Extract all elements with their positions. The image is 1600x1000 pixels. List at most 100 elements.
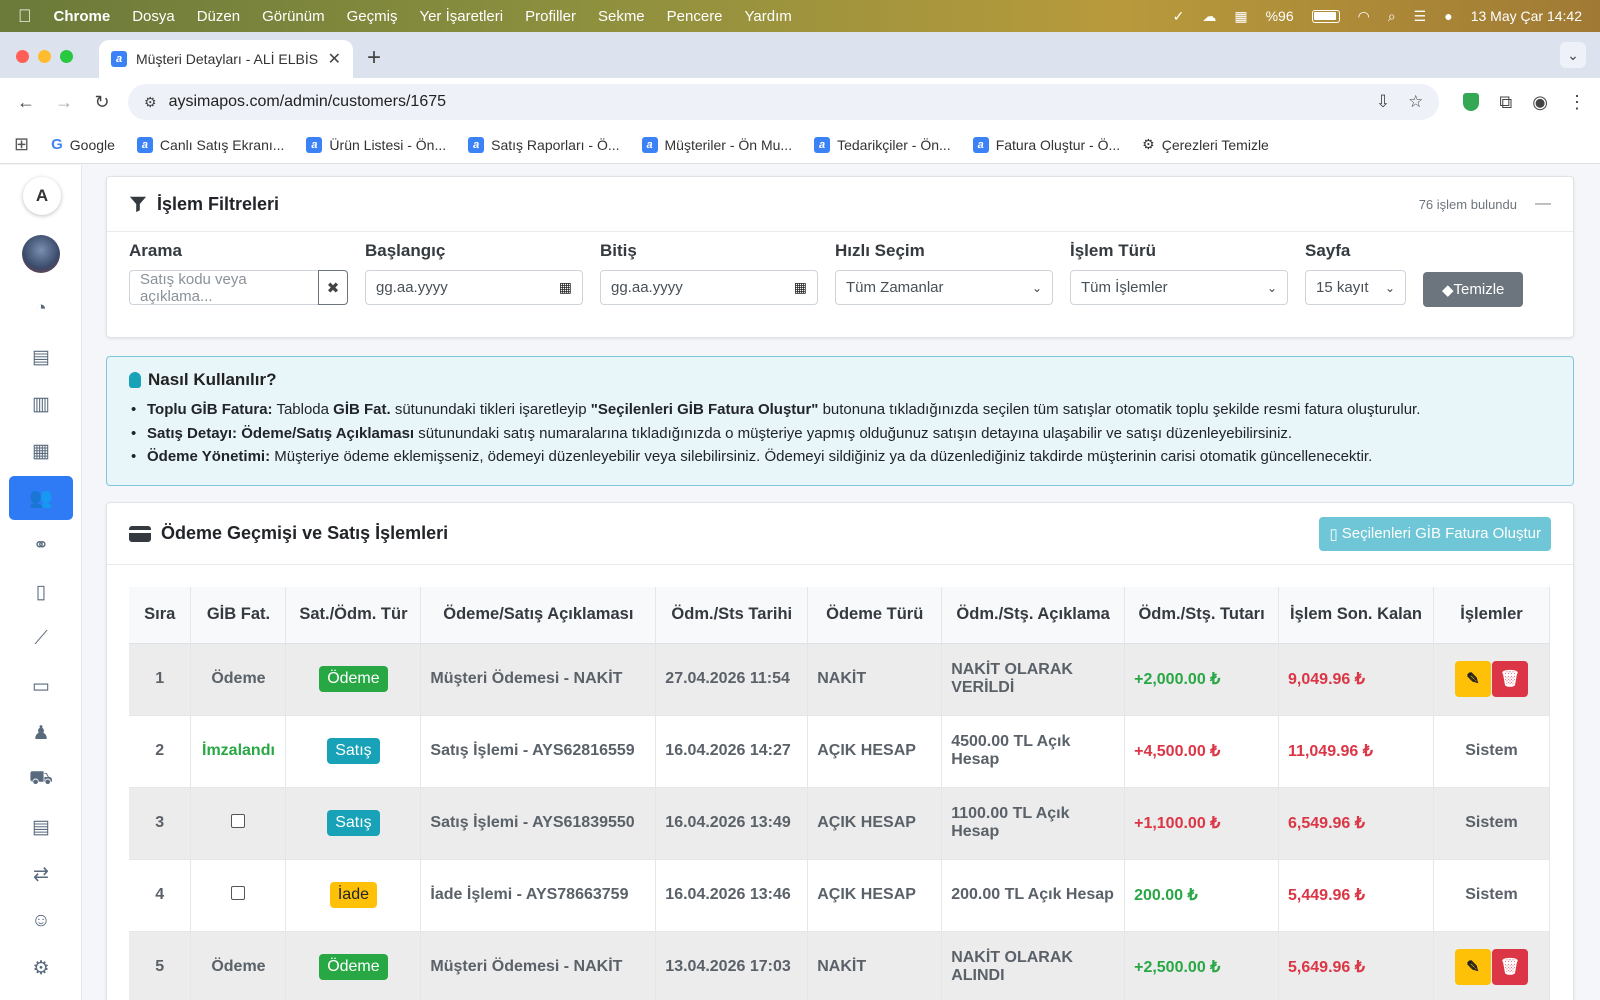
cell-description[interactable]: Satış İşlemi - AYS61839550: [420, 787, 657, 860]
settings-icon[interactable]: ⚙: [9, 946, 73, 990]
menu-item-profiller[interactable]: Profiller: [525, 8, 576, 25]
cloud-icon[interactable]: ☁: [1202, 8, 1216, 25]
edit-button[interactable]: ✎: [1454, 949, 1491, 985]
menu-item-gecmis[interactable]: Geçmiş: [347, 8, 398, 25]
page-size-select[interactable]: 15 kayıt ⌄: [1305, 270, 1406, 305]
bookmark-satis-raporlari[interactable]: a Satış Raporları - Ö...: [468, 136, 620, 153]
col-payment-type[interactable]: Ödeme Türü: [807, 587, 943, 644]
file-icon[interactable]: ▯: [9, 570, 73, 614]
calendar-icon[interactable]: ▦: [794, 279, 807, 296]
col-amount[interactable]: Ödm./Stş. Tutarı: [1124, 587, 1280, 644]
menu-item-duzen[interactable]: Düzen: [197, 8, 240, 25]
vpn-icon[interactable]: ✓: [1173, 8, 1185, 25]
avatar[interactable]: [22, 235, 60, 273]
exchange-icon[interactable]: ⇄: [9, 852, 73, 896]
dashboard-icon[interactable]: ◔: [9, 287, 73, 331]
apps-grid-icon[interactable]: ⊞: [14, 134, 29, 155]
cell-description[interactable]: İade İşlemi - AYS78663759: [420, 859, 657, 932]
truck-icon[interactable]: ⛟: [9, 758, 73, 802]
col-note[interactable]: Ödm./Stş. Açıklama: [941, 587, 1126, 644]
install-app-icon[interactable]: ⇩: [1376, 92, 1390, 112]
bookmark-star-icon[interactable]: ☆: [1408, 92, 1423, 112]
extensions-puzzle-icon[interactable]: ⧉: [1499, 92, 1512, 113]
edit-button[interactable]: ✎: [1454, 661, 1491, 697]
control-center-icon[interactable]: ☰: [1414, 8, 1427, 25]
cell-description[interactable]: Müşteri Ödemesi - NAKİT: [420, 643, 657, 716]
address-bar[interactable]: ⚙ aysimapos.com/admin/customers/1675 ⇩ ☆: [128, 84, 1440, 120]
close-window-button[interactable]: [16, 50, 29, 63]
adblock-shield-icon[interactable]: [1463, 93, 1480, 111]
start-date-input[interactable]: gg.aa.yyyy ▦: [365, 270, 583, 305]
clear-search-button[interactable]: ✖: [318, 270, 348, 305]
menu-app-name[interactable]: Chrome: [54, 8, 111, 25]
menu-item-pencere[interactable]: Pencere: [667, 8, 723, 25]
bookmark-google[interactable]: G Google: [51, 136, 115, 153]
back-button[interactable]: ←: [14, 92, 38, 113]
collapse-icon[interactable]: —: [1535, 195, 1551, 213]
col-date[interactable]: Ödm./Sts Tarihi: [655, 587, 809, 644]
bookmark-musteriler[interactable]: a Müşteriler - Ön Mu...: [641, 136, 792, 153]
chrome-menu-icon[interactable]: ⋮: [1568, 92, 1586, 113]
menu-item-yardim[interactable]: Yardım: [745, 8, 792, 25]
apple-icon[interactable]: : [18, 6, 32, 27]
menu-item-sekme[interactable]: Sekme: [598, 8, 645, 25]
create-gib-invoice-button[interactable]: ▯ Seçilenleri GİB Fatura Oluştur: [1319, 516, 1551, 551]
siri-icon[interactable]: ●: [1444, 8, 1452, 24]
users-icon[interactable]: 👥: [9, 476, 73, 520]
clock[interactable]: 13 May Çar 14:42: [1471, 8, 1582, 24]
bookmark-urun-listesi[interactable]: a Ürün Listesi - Ön...: [306, 136, 446, 153]
cell-description[interactable]: Müşteri Ödemesi - NAKİT: [420, 931, 657, 1000]
calendar-icon[interactable]: ▦: [559, 279, 572, 296]
reload-button[interactable]: ↻: [90, 92, 114, 113]
chart-line-icon[interactable]: ⟋: [9, 617, 73, 661]
zoom-window-button[interactable]: [60, 50, 73, 63]
filter-row: Arama Satış kodu veya açıklama... ✖ Başl…: [129, 241, 1524, 307]
cell-remaining: 9,049.96 ₺: [1278, 643, 1434, 716]
browser-tab-active[interactable]: a Müşteri Detayları - ALİ ELBİS ✕: [99, 40, 353, 78]
spotlight-icon[interactable]: ⌕: [1388, 8, 1396, 25]
credit-card-icon[interactable]: ▭: [9, 664, 73, 708]
type-select[interactable]: Tüm İşlemler ⌄: [1070, 270, 1288, 305]
clipboard-icon[interactable]: ▥: [9, 382, 73, 426]
cash-register-icon[interactable]: ▤: [9, 335, 73, 379]
transactions-table: Sıra GİB Fat. Sat./Ödm. Tür Ödeme/Satış …: [129, 587, 1551, 1000]
user-tie-icon[interactable]: ♟: [9, 711, 73, 755]
gib-select-checkbox[interactable]: [231, 813, 246, 828]
end-date-input[interactable]: gg.aa.yyyy ▦: [600, 270, 818, 305]
invoice-icon[interactable]: ▤: [9, 805, 73, 849]
col-gib-fat[interactable]: GİB Fat.: [190, 587, 287, 644]
user-icon[interactable]: ☺: [9, 899, 73, 943]
col-type[interactable]: Sat./Ödm. Tür: [285, 587, 422, 644]
bookmark-canli-satis[interactable]: a Canlı Satış Ekranı...: [136, 136, 284, 153]
search-input[interactable]: Satış kodu veya açıklama...: [129, 270, 318, 305]
app-logo[interactable]: A: [23, 177, 61, 215]
battery-icon[interactable]: [1311, 9, 1340, 23]
col-remaining[interactable]: İşlem Son. Kalan: [1278, 587, 1434, 644]
url-text[interactable]: aysimapos.com/admin/customers/1675: [169, 93, 446, 111]
col-description[interactable]: Ödeme/Satış Açıklaması: [420, 587, 657, 644]
close-tab-icon[interactable]: ✕: [328, 49, 341, 69]
new-tab-button[interactable]: +: [367, 44, 381, 72]
clear-filters-button[interactable]: ◆ Temizle: [1423, 272, 1524, 307]
col-sira[interactable]: Sıra: [129, 587, 192, 644]
bookmark-tedarikciler[interactable]: a Tedarikçiler - Ön...: [814, 136, 951, 153]
menu-item-gorunum[interactable]: Görünüm: [262, 8, 325, 25]
site-info-icon[interactable]: ⚙: [144, 94, 157, 111]
menu-item-dosya[interactable]: Dosya: [132, 8, 175, 25]
bookmark-fatura-olustur[interactable]: a Fatura Oluştur - Ö...: [972, 136, 1120, 153]
quick-select[interactable]: Tüm Zamanlar ⌄: [835, 270, 1053, 305]
boxes-icon[interactable]: ▦: [9, 429, 73, 473]
profile-icon[interactable]: ◉: [1532, 92, 1548, 113]
cell-description[interactable]: Satış İşlemi - AYS62816559: [420, 715, 657, 788]
delete-button[interactable]: 🗑: [1491, 661, 1528, 697]
menu-item-yer-isaretleri[interactable]: Yer İşaretleri: [419, 8, 503, 25]
gib-select-checkbox[interactable]: [231, 885, 246, 900]
minimize-window-button[interactable]: [38, 50, 51, 63]
keyboard-icon[interactable]: ▦: [1234, 8, 1247, 25]
wifi-icon[interactable]: ◠: [1358, 8, 1370, 25]
forward-button[interactable]: →: [52, 92, 76, 113]
delete-button[interactable]: 🗑: [1491, 949, 1528, 985]
tab-search-button[interactable]: ⌄: [1560, 42, 1586, 68]
bookmark-cerezleri-temizle[interactable]: ⚙ Çerezleri Temizle: [1142, 136, 1269, 153]
handshake-icon[interactable]: ⚭: [9, 523, 73, 567]
